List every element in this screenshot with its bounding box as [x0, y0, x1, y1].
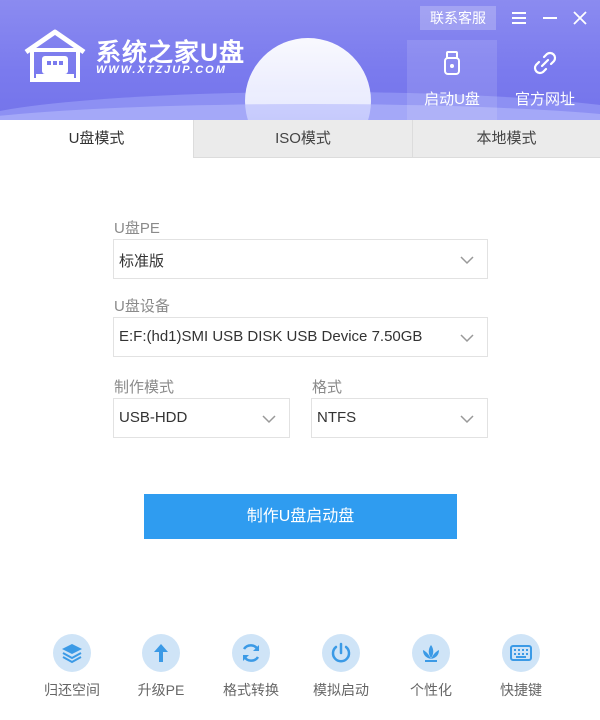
- tool-restore-space[interactable]: 归还空间: [37, 634, 107, 704]
- format-label: 格式: [312, 379, 343, 396]
- tool-label: 个性化: [410, 682, 452, 698]
- boot-usb-label: 启动U盘: [424, 91, 480, 108]
- pe-select[interactable]: 标准版: [113, 239, 488, 279]
- menu-icon[interactable]: [508, 6, 530, 30]
- format-select-value: NTFS: [317, 409, 357, 426]
- device-label: U盘设备: [114, 298, 170, 315]
- official-site-label: 官方网址: [514, 91, 575, 108]
- chevron-down-icon: [460, 334, 474, 343]
- create-boot-usb-button[interactable]: 制作U盘启动盘: [144, 494, 457, 539]
- title-bar: 系统之家U盘 WWW.XTZJUP.COM 联系客服 启动U盘 官方网址: [0, 0, 600, 120]
- tool-shortcut-keys[interactable]: 快捷键: [486, 634, 556, 704]
- tab-iso-mode[interactable]: ISO模式: [194, 120, 413, 158]
- power-icon: [331, 642, 351, 663]
- tool-upgrade-pe[interactable]: 升级PE: [126, 634, 196, 704]
- tool-label: 模拟启动: [313, 682, 369, 698]
- mode-label: 制作模式: [114, 379, 175, 396]
- keyboard-icon: [510, 645, 532, 661]
- tool-label: 格式转换: [223, 682, 279, 698]
- format-select[interactable]: NTFS: [311, 398, 488, 438]
- close-icon[interactable]: [569, 6, 591, 30]
- mode-select-value: USB-HDD: [119, 409, 188, 426]
- brand-url: WWW.XTZJUP.COM: [96, 64, 227, 76]
- tool-label: 升级PE: [137, 682, 185, 698]
- tab-usb-mode[interactable]: U盘模式: [0, 120, 194, 158]
- tool-label: 快捷键: [500, 682, 542, 698]
- mode-tabs: U盘模式 ISO模式 本地模式: [0, 120, 600, 158]
- device-select[interactable]: E:F:(hd1)SMI USB DISK USB Device 7.50GB: [113, 317, 488, 357]
- tool-label: 归还空间: [44, 682, 100, 698]
- pe-select-value: 标准版: [119, 253, 165, 270]
- usb-drive-icon: [444, 51, 460, 75]
- chevron-down-icon: [262, 415, 276, 424]
- tool-format-convert[interactable]: 格式转换: [216, 634, 286, 704]
- link-icon: [533, 51, 557, 75]
- lotus-icon: [423, 645, 439, 662]
- pe-label: U盘PE: [114, 220, 160, 237]
- tool-simulate-boot[interactable]: 模拟启动: [306, 634, 376, 704]
- upgrade-arrow-icon: [154, 644, 168, 662]
- house-logo-icon: [24, 29, 86, 82]
- chevron-down-icon: [460, 415, 474, 424]
- refresh-icon: [242, 644, 260, 662]
- official-site-tool[interactable]: 官方网址: [500, 40, 590, 120]
- contact-support-button[interactable]: 联系客服: [420, 6, 496, 30]
- device-select-value: E:F:(hd1)SMI USB DISK USB Device 7.50GB: [119, 328, 423, 345]
- boot-usb-tool[interactable]: 启动U盘: [407, 40, 497, 120]
- layers-icon: [62, 644, 82, 664]
- tool-personalize[interactable]: 个性化: [396, 634, 466, 704]
- minimize-icon[interactable]: [539, 6, 561, 30]
- mode-select[interactable]: USB-HDD: [113, 398, 290, 438]
- tab-local-mode[interactable]: 本地模式: [413, 120, 600, 158]
- chevron-down-icon: [460, 256, 474, 265]
